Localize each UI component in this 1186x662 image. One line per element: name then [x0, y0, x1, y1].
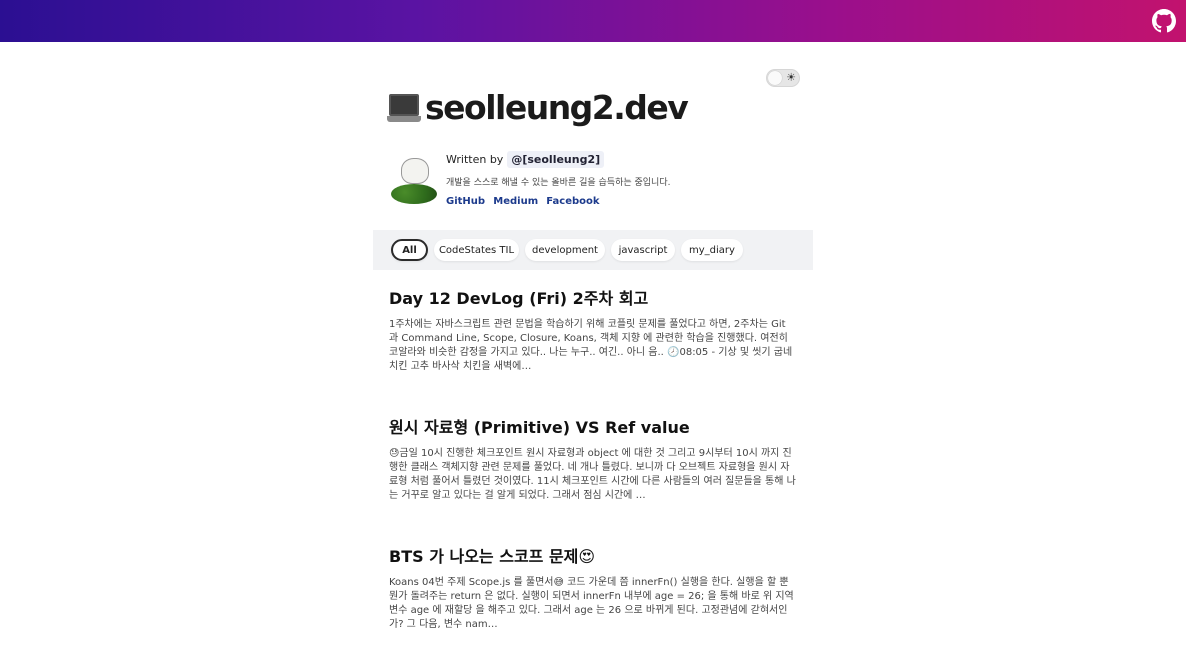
- post-item[interactable]: Day 12 DevLog (Fri) 2주차 회고 1주차에는 자바스크립트 …: [389, 289, 799, 418]
- avatar: [389, 152, 439, 206]
- post-title[interactable]: 원시 자료형 (Primitive) VS Ref value: [389, 418, 799, 438]
- top-gradient-bar: [0, 0, 1186, 42]
- post-item[interactable]: 원시 자료형 (Primitive) VS Ref value 😓금일 10시 …: [389, 418, 799, 547]
- post-excerpt: 😓금일 10시 진행한 체크포인트 원시 자료형과 object 에 대한 것 …: [389, 448, 796, 501]
- tab-codestates-til[interactable]: CodeStates TIL: [434, 239, 519, 261]
- theme-toggle[interactable]: ☀: [766, 69, 800, 87]
- github-icon[interactable]: [1152, 9, 1176, 33]
- written-by-label: Written by: [446, 153, 504, 166]
- medium-link[interactable]: Medium: [493, 196, 538, 207]
- author-handle: @[seolleung2]: [507, 151, 605, 168]
- tab-my-diary[interactable]: my_diary: [681, 239, 743, 261]
- post-list: Day 12 DevLog (Fri) 2주차 회고 1주차에는 자바스크립트 …: [389, 289, 799, 662]
- laptop-icon: [387, 90, 421, 126]
- site-title-text: seolleung2.dev: [425, 88, 689, 127]
- post-excerpt: Koans 04번 주제 Scope.js 를 풀면서😅 코드 가운데 쯤 in…: [389, 577, 794, 630]
- tab-javascript[interactable]: javascript: [611, 239, 675, 261]
- sun-icon: ☀: [786, 71, 796, 84]
- facebook-link[interactable]: Facebook: [546, 196, 599, 207]
- site-title[interactable]: seolleung2.dev: [387, 88, 689, 127]
- post-excerpt: 1주차에는 자바스크립트 관련 문법을 학습하기 위해 코플릿 문제를 풀었다고…: [389, 319, 793, 372]
- tab-development[interactable]: development: [525, 239, 605, 261]
- post-title[interactable]: Day 12 DevLog (Fri) 2주차 회고: [389, 289, 799, 309]
- bio-description: 개발을 스스로 해낼 수 있는 올바른 길을 습득하는 중입니다.: [446, 178, 671, 188]
- post-item[interactable]: BTS 가 나오는 스코프 문제😍 Koans 04번 주제 Scope.js …: [389, 547, 799, 662]
- toggle-knob: [768, 71, 782, 85]
- post-title[interactable]: BTS 가 나오는 스코프 문제😍: [389, 547, 799, 567]
- tab-all[interactable]: All: [391, 239, 428, 261]
- bio-section: Written by @[seolleung2] 개발을 스스로 해낼 수 있는…: [389, 151, 671, 207]
- category-tabs: All CodeStates TIL development javascrip…: [373, 230, 813, 270]
- written-by: Written by @[seolleung2]: [446, 151, 670, 168]
- github-link[interactable]: GitHub: [446, 196, 485, 207]
- social-links: GitHub Medium Facebook: [446, 196, 670, 207]
